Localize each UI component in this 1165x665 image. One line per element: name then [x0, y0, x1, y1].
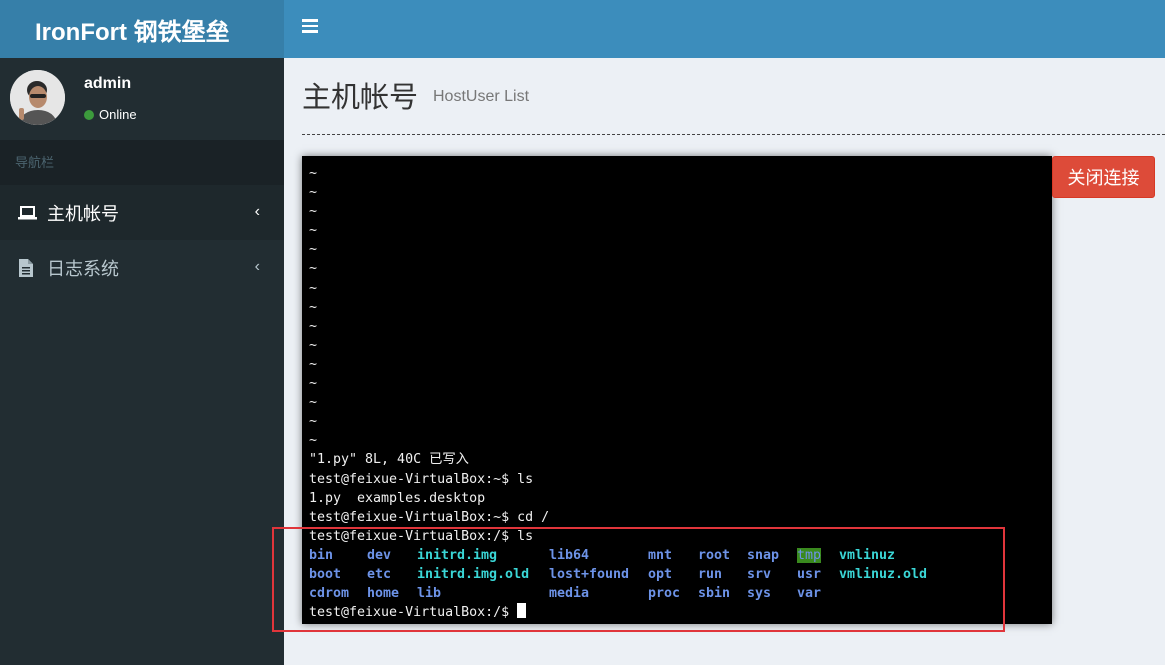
online-status-dot-icon	[84, 109, 94, 120]
terminal-line: ~	[309, 433, 318, 449]
terminal-line: ~	[309, 223, 318, 239]
user-name: admin	[84, 75, 132, 92]
terminal-line: ~	[309, 414, 318, 430]
avatar	[10, 70, 65, 125]
divider	[302, 134, 1165, 135]
user-status-label: Online	[99, 107, 137, 122]
app-logo[interactable]: IronFort 钢铁堡垒	[0, 0, 284, 58]
sidebar-toggle-icon[interactable]	[302, 19, 318, 33]
terminal-line: test@feixue-VirtualBox:~$ cd /	[309, 509, 550, 525]
close-connection-button[interactable]: 关闭连接	[1052, 156, 1155, 198]
top-navbar	[284, 0, 1165, 58]
terminal-line: test@feixue-VirtualBox:~$ ls	[309, 471, 534, 487]
chevron-left-icon: ‹	[254, 203, 260, 220]
annotation-highlight-box	[272, 527, 1005, 632]
terminal-line: ~	[309, 395, 318, 411]
terminal-line: ~	[309, 242, 318, 258]
terminal-line: ~	[309, 280, 318, 296]
terminal-line: ~	[309, 356, 318, 372]
terminal-line: ~	[309, 318, 318, 334]
chevron-left-icon: ‹	[254, 258, 260, 275]
sidebar-item-label: 主机帐号	[47, 203, 119, 224]
laptop-icon	[18, 204, 38, 222]
terminal-line: "1.py" 8L, 40C 已写入	[309, 452, 469, 468]
terminal-line: ~	[309, 376, 318, 392]
terminal-line: ~	[309, 299, 318, 315]
sidebar-item-label: 日志系统	[47, 258, 119, 279]
terminal-line: 1.py examples.desktop	[309, 490, 486, 506]
terminal-line: ~	[309, 166, 318, 181]
nav-header: 导航栏	[0, 140, 284, 185]
page-title: 主机帐号	[302, 82, 419, 114]
user-status: Online	[84, 107, 137, 122]
sidebar: admin Online 导航栏 主机帐号 ‹ 日志系统 ‹	[0, 58, 284, 665]
sidebar-item-log-system[interactable]: 日志系统 ‹	[0, 240, 284, 295]
terminal-line: ~	[309, 261, 318, 277]
terminal-line: ~	[309, 185, 318, 201]
terminal-line: ~	[309, 204, 318, 220]
user-panel: admin Online	[0, 58, 284, 140]
page-subtitle: HostUser List	[433, 88, 530, 105]
sidebar-item-host-accounts[interactable]: 主机帐号 ‹	[0, 185, 284, 240]
file-text-icon	[18, 258, 38, 277]
terminal-line: ~	[309, 337, 318, 353]
